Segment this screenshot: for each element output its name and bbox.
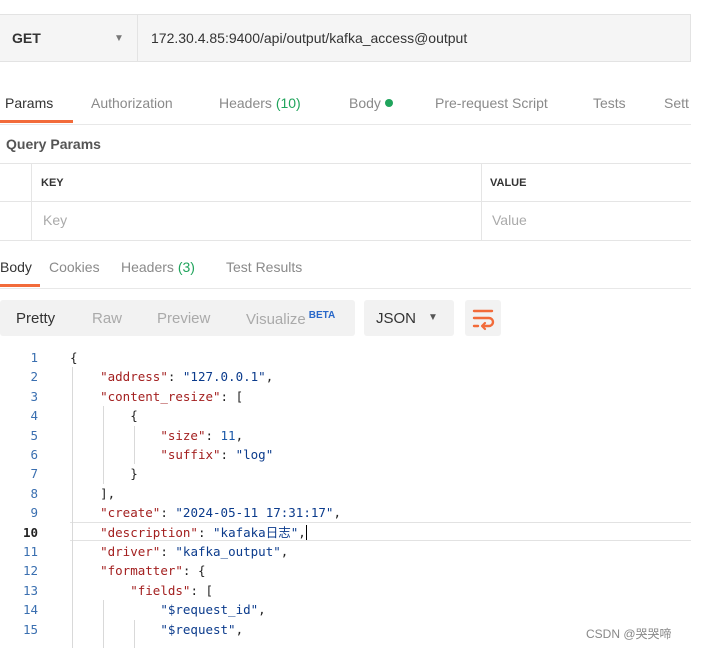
tab-response-headers-label: Headers <box>121 259 174 275</box>
tab-headers[interactable]: Headers (10) <box>219 95 301 111</box>
code-text: "description": "kafaka日志", <box>100 524 307 540</box>
tab-body[interactable]: Body <box>349 95 393 111</box>
line-number: 7 <box>30 466 38 482</box>
format-label: JSON <box>376 310 417 327</box>
tab-authorization[interactable]: Authorization <box>91 95 173 111</box>
visualize-label: Visualize <box>246 311 306 328</box>
line-number: 4 <box>30 408 38 424</box>
line-number: 13 <box>22 582 38 598</box>
code-text: "content_resize": [ <box>100 388 244 404</box>
code-line: 14 "$request_id", <box>0 600 691 619</box>
line-number: 1 <box>30 350 38 365</box>
code-text: "$request", <box>160 621 244 637</box>
headers-count: (10) <box>275 95 301 111</box>
code-text: "create": "2024-05-11 17:31:17", <box>100 505 341 521</box>
chevron-down-icon: ▼ <box>428 312 438 323</box>
wrap-lines-button[interactable] <box>465 300 501 336</box>
code-line: 11 "driver": "kafka_output", <box>0 542 691 561</box>
key-input[interactable]: Key <box>43 212 67 228</box>
query-params-title: Query Params <box>6 136 101 152</box>
code-text: "address": "127.0.0.1", <box>100 369 274 385</box>
code-line: 13 "fields": [ <box>0 581 691 600</box>
line-number: 3 <box>30 388 38 404</box>
line-number: 8 <box>30 485 38 501</box>
tab-test-results[interactable]: Test Results <box>226 259 302 275</box>
tab-body-label: Body <box>349 95 381 111</box>
line-number: 12 <box>22 563 38 579</box>
line-number: 11 <box>22 544 38 559</box>
value-input[interactable]: Value <box>492 212 527 228</box>
method-dropdown[interactable]: GET ▼ <box>0 15 138 61</box>
key-column-header: KEY <box>41 177 64 189</box>
line-number: 2 <box>30 369 38 385</box>
line-number: 9 <box>30 505 38 521</box>
row-divider <box>0 201 691 202</box>
column-divider <box>481 164 482 240</box>
watermark: CSDN @哭哭啼 <box>586 627 672 641</box>
wrap-lines-icon <box>472 309 495 331</box>
visualize-button[interactable]: Visualize BETA <box>246 310 335 328</box>
line-number: 5 <box>30 427 38 443</box>
line-number: 10 <box>22 524 38 540</box>
code-text: "driver": "kafka_output", <box>100 544 289 559</box>
chevron-down-icon: ▼ <box>114 33 124 44</box>
request-tabs: Params Authorization Headers (10) Body P… <box>0 82 691 125</box>
code-text: "formatter": { <box>100 563 206 579</box>
code-text: ], <box>70 485 116 501</box>
code-line: 1{ <box>0 348 691 367</box>
code-line: 6 "suffix": "log" <box>0 445 691 464</box>
preview-button[interactable]: Preview <box>157 310 210 327</box>
url-input[interactable]: 172.30.4.85:9400/api/output/kafka_access… <box>151 30 467 46</box>
tab-response-body[interactable]: Body <box>0 259 32 275</box>
code-line: 7 } <box>0 464 691 483</box>
tab-params[interactable]: Params <box>5 95 53 111</box>
request-url-bar: GET ▼ 172.30.4.85:9400/api/output/kafka_… <box>0 14 691 62</box>
response-code-editor[interactable]: 1{ 2 "address": "127.0.0.1", 3 "content_… <box>0 348 691 648</box>
code-line: 12 "formatter": { <box>0 561 691 580</box>
value-column-header: VALUE <box>490 177 527 189</box>
response-tabs: Body Cookies Headers (3) Test Results <box>0 250 691 289</box>
beta-badge: BETA <box>308 310 336 321</box>
method-label: GET <box>12 30 41 46</box>
tab-pre-request-script[interactable]: Pre-request Script <box>435 95 548 111</box>
active-tab-indicator <box>0 120 73 123</box>
code-line: 5 "size": 11, <box>0 426 691 445</box>
code-text: } <box>70 466 138 482</box>
code-line-current: 10 "description": "kafaka日志", <box>0 523 691 542</box>
tab-tests[interactable]: Tests <box>593 95 626 111</box>
tab-cookies[interactable]: Cookies <box>49 259 100 275</box>
code-line: 4 { <box>0 406 691 425</box>
column-divider <box>31 164 32 240</box>
format-dropdown[interactable]: JSON ▼ <box>364 300 454 336</box>
response-headers-count: (3) <box>177 259 195 275</box>
pretty-button[interactable]: Pretty <box>16 310 55 327</box>
code-text: { <box>70 350 78 365</box>
code-text: "fields": [ <box>130 582 214 598</box>
code-line: 9 "create": "2024-05-11 17:31:17", <box>0 503 691 522</box>
tab-headers-label: Headers <box>219 95 272 111</box>
line-number: 14 <box>22 602 38 618</box>
code-line: 3 "content_resize": [ <box>0 387 691 406</box>
raw-button[interactable]: Raw <box>92 310 122 327</box>
code-text: "size": 11, <box>160 427 244 443</box>
code-text: "suffix": "log" <box>160 447 274 462</box>
line-number: 6 <box>30 447 38 462</box>
code-text: "$request_id", <box>160 602 266 618</box>
query-params-table: KEY VALUE Key Value <box>0 163 691 241</box>
body-indicator-dot <box>384 99 393 107</box>
tab-settings[interactable]: Sett <box>664 95 689 111</box>
active-response-tab-indicator <box>0 284 40 287</box>
tab-response-headers[interactable]: Headers (3) <box>121 259 195 275</box>
line-number: 15 <box>22 621 38 637</box>
code-text: { <box>70 408 138 424</box>
code-line: 8 ], <box>0 484 691 503</box>
code-line: 2 "address": "127.0.0.1", <box>0 367 691 386</box>
text-cursor <box>305 524 307 540</box>
